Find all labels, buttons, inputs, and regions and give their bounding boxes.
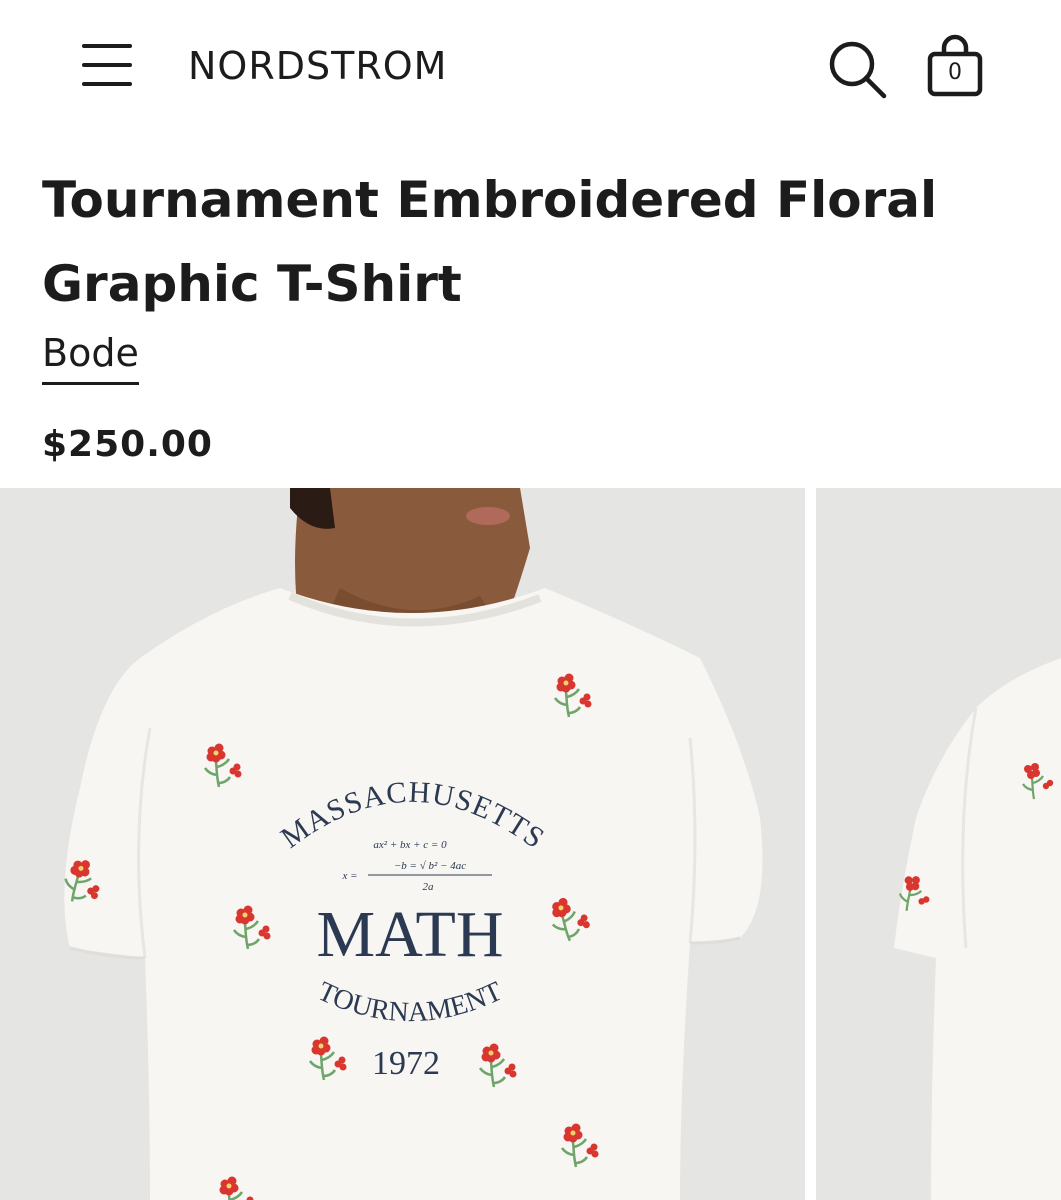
nordstrom-logo[interactable]: NORDSTROM [188,44,447,88]
formula-denominator: 2a [423,881,435,893]
product-image-front[interactable]: MASSACHUSETTS ax² + bx + c = 0 −b = √ b²… [0,488,805,1200]
product-price: $250.00 [42,424,213,465]
hamburger-menu-icon[interactable] [82,42,134,88]
graphic-main-word: MATH [316,898,503,971]
product-image-gallery[interactable]: MASSACHUSETTS ax² + bx + c = 0 −b = √ b²… [0,488,1061,1200]
brand-link[interactable]: Bode [42,330,139,385]
site-header: NORDSTROM 0 [0,0,1061,135]
product-image-side[interactable] [816,488,1061,1200]
formula-line-2: −b = √ b² − 4ac [394,860,466,872]
product-title: Tournament Embroidered Floral Graphic T-… [42,171,938,313]
bag-count: 0 [948,60,962,85]
graphic-year: 1972 [372,1045,440,1082]
formula-line-1: ax² + bx + c = 0 [373,839,447,851]
search-icon[interactable] [826,38,888,100]
shopping-bag-button[interactable]: 0 [926,34,984,98]
formula-x: x = [341,870,357,882]
